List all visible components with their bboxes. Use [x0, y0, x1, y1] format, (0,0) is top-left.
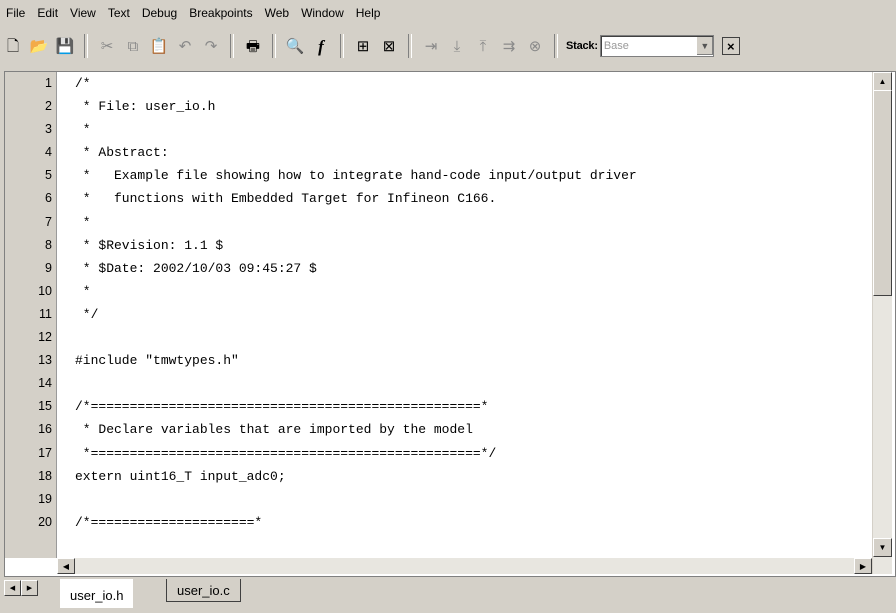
line-number: 14 — [38, 376, 52, 391]
line-number: 9 — [45, 260, 52, 275]
line-number: 20 — [38, 514, 52, 529]
set-breakpoint-icon[interactable]: ⊞ — [352, 35, 374, 57]
code-editor[interactable]: 1 2 3 4 5 6 7 8 9 10 11 12 13 14 15 16 17 18 19 20 /* * Fil… — [4, 71, 896, 577]
line-number: 1 — [45, 76, 52, 90]
line-number: 5 — [45, 168, 52, 183]
close-icon[interactable]: × — [721, 37, 740, 55]
toolbar-divider — [554, 34, 558, 58]
code-line[interactable]: * Declare variables that are imported by… — [57, 418, 875, 441]
code-line[interactable]: * $Revision: 1.1 $ — [57, 234, 875, 257]
code-line[interactable]: * functions with Embedded Target for Inf… — [57, 187, 875, 210]
cut-icon[interactable]: ✂ — [96, 35, 118, 57]
line-number: 10 — [38, 283, 52, 298]
line-number: 6 — [45, 191, 52, 206]
horizontal-scrollbar[interactable]: ◀ ▶ — [57, 558, 872, 574]
new-file-icon[interactable]: 🗋 — [2, 35, 24, 57]
line-number: 13 — [38, 353, 52, 368]
line-number: 3 — [45, 122, 52, 137]
vertical-scroll-thumb[interactable] — [873, 90, 892, 296]
document-tab-strip: ◀ ▶ user_io.h user_io.c — [0, 579, 896, 609]
toolbar-divider — [230, 34, 234, 58]
code-line[interactable]: * Abstract: — [57, 141, 875, 164]
toolbar-divider — [408, 34, 412, 58]
toolbar-divider — [272, 34, 276, 58]
code-text-area[interactable]: /* * File: user_io.h * * Abstract: * Exa… — [57, 72, 875, 558]
toolbar-divider — [340, 34, 344, 58]
step-icon[interactable]: ⇥ — [420, 35, 442, 57]
code-line[interactable] — [57, 326, 875, 349]
undo-icon[interactable]: ↶ — [174, 35, 196, 57]
code-line[interactable]: /*=====================* — [57, 511, 875, 534]
stack-dropdown[interactable]: Base ▼ — [599, 35, 714, 57]
step-out-icon[interactable]: ⤒ — [472, 35, 494, 57]
menu-view[interactable]: View — [64, 3, 102, 23]
code-line[interactable]: /*======================================… — [57, 395, 875, 418]
menu-edit[interactable]: Edit — [31, 3, 64, 23]
toolbar: 🗋 📂 💾 ✂ ⧉ 📋 ↶ ↷ 🖶 🔍 f ⊞ ⊠ ⇥ ⤓ ⤒ ⇉ ⊗ Stac… — [0, 29, 896, 63]
toolbar-divider — [84, 34, 88, 58]
line-number: 12 — [38, 330, 52, 345]
menu-breakpoints[interactable]: Breakpoints — [183, 3, 258, 23]
code-line[interactable]: * File: user_io.h — [57, 95, 875, 118]
exit-debug-icon[interactable]: ⊗ — [524, 35, 546, 57]
code-line[interactable]: * $Date: 2002/10/03 09:45:27 $ — [57, 257, 875, 280]
line-number: 16 — [38, 422, 52, 437]
code-line[interactable]: */ — [57, 303, 875, 326]
copy-icon[interactable]: ⧉ — [122, 35, 144, 57]
stack-label: Stack: — [566, 40, 598, 52]
line-number: 19 — [38, 491, 52, 506]
code-line[interactable]: /* — [57, 72, 875, 95]
code-line[interactable]: *=======================================… — [57, 442, 875, 465]
vertical-scrollbar[interactable]: ▲ ▼ — [872, 72, 892, 574]
code-line[interactable]: * — [57, 211, 875, 234]
scroll-up-icon[interactable]: ▲ — [873, 72, 892, 91]
print-icon[interactable]: 🖶 — [242, 35, 264, 57]
menu-text[interactable]: Text — [102, 3, 136, 23]
menu-help[interactable]: Help — [350, 3, 387, 23]
redo-icon[interactable]: ↷ — [200, 35, 222, 57]
stack-dropdown-value: Base — [603, 40, 629, 52]
line-number: 7 — [45, 214, 52, 229]
tab-scroll-left-icon[interactable]: ◀ — [4, 580, 21, 596]
code-line[interactable]: extern uint16_T input_adc0; — [57, 465, 875, 488]
menu-file[interactable]: File — [0, 3, 31, 23]
scroll-right-icon[interactable]: ▶ — [854, 558, 872, 574]
clear-breakpoints-icon[interactable]: ⊠ — [378, 35, 400, 57]
line-number: 11 — [39, 306, 52, 321]
code-line[interactable]: * — [57, 118, 875, 141]
code-line[interactable]: * Example file showing how to integrate … — [57, 164, 875, 187]
tab-user-io-h[interactable]: user_io.h — [60, 579, 134, 608]
line-number: 8 — [45, 237, 52, 252]
line-number: 15 — [38, 399, 52, 414]
paste-icon[interactable]: 📋 — [148, 35, 170, 57]
line-number-gutter: 1 2 3 4 5 6 7 8 9 10 11 12 13 14 15 16 17 18 19 20 — [5, 72, 57, 558]
line-number: 17 — [38, 445, 52, 460]
open-folder-icon[interactable]: 📂 — [28, 35, 50, 57]
tab-scroll-buttons: ◀ ▶ — [4, 580, 38, 596]
line-number: 4 — [45, 145, 52, 160]
function-icon[interactable]: f — [310, 35, 332, 57]
code-line[interactable]: * — [57, 280, 875, 303]
tab-scroll-right-icon[interactable]: ▶ — [21, 580, 38, 596]
menu-debug[interactable]: Debug — [136, 3, 183, 23]
menu-window[interactable]: Window — [295, 3, 350, 23]
continue-icon[interactable]: ⇉ — [498, 35, 520, 57]
menu-bar: File Edit View Text Debug Breakpoints We… — [0, 0, 896, 26]
menu-web[interactable]: Web — [259, 3, 295, 23]
chevron-down-icon[interactable]: ▼ — [695, 37, 713, 55]
code-line[interactable]: #include "tmwtypes.h" — [57, 349, 875, 372]
code-line[interactable] — [57, 488, 875, 511]
scroll-down-icon[interactable]: ▼ — [873, 538, 892, 557]
tab-user-io-c[interactable]: user_io.c — [166, 579, 241, 602]
code-line[interactable] — [57, 372, 875, 395]
line-number: 18 — [38, 468, 52, 483]
find-icon[interactable]: 🔍 — [284, 35, 306, 57]
line-number: 2 — [45, 99, 52, 114]
step-in-icon[interactable]: ⤓ — [446, 35, 468, 57]
scroll-left-icon[interactable]: ◀ — [57, 558, 75, 574]
save-icon[interactable]: 💾 — [54, 35, 76, 57]
